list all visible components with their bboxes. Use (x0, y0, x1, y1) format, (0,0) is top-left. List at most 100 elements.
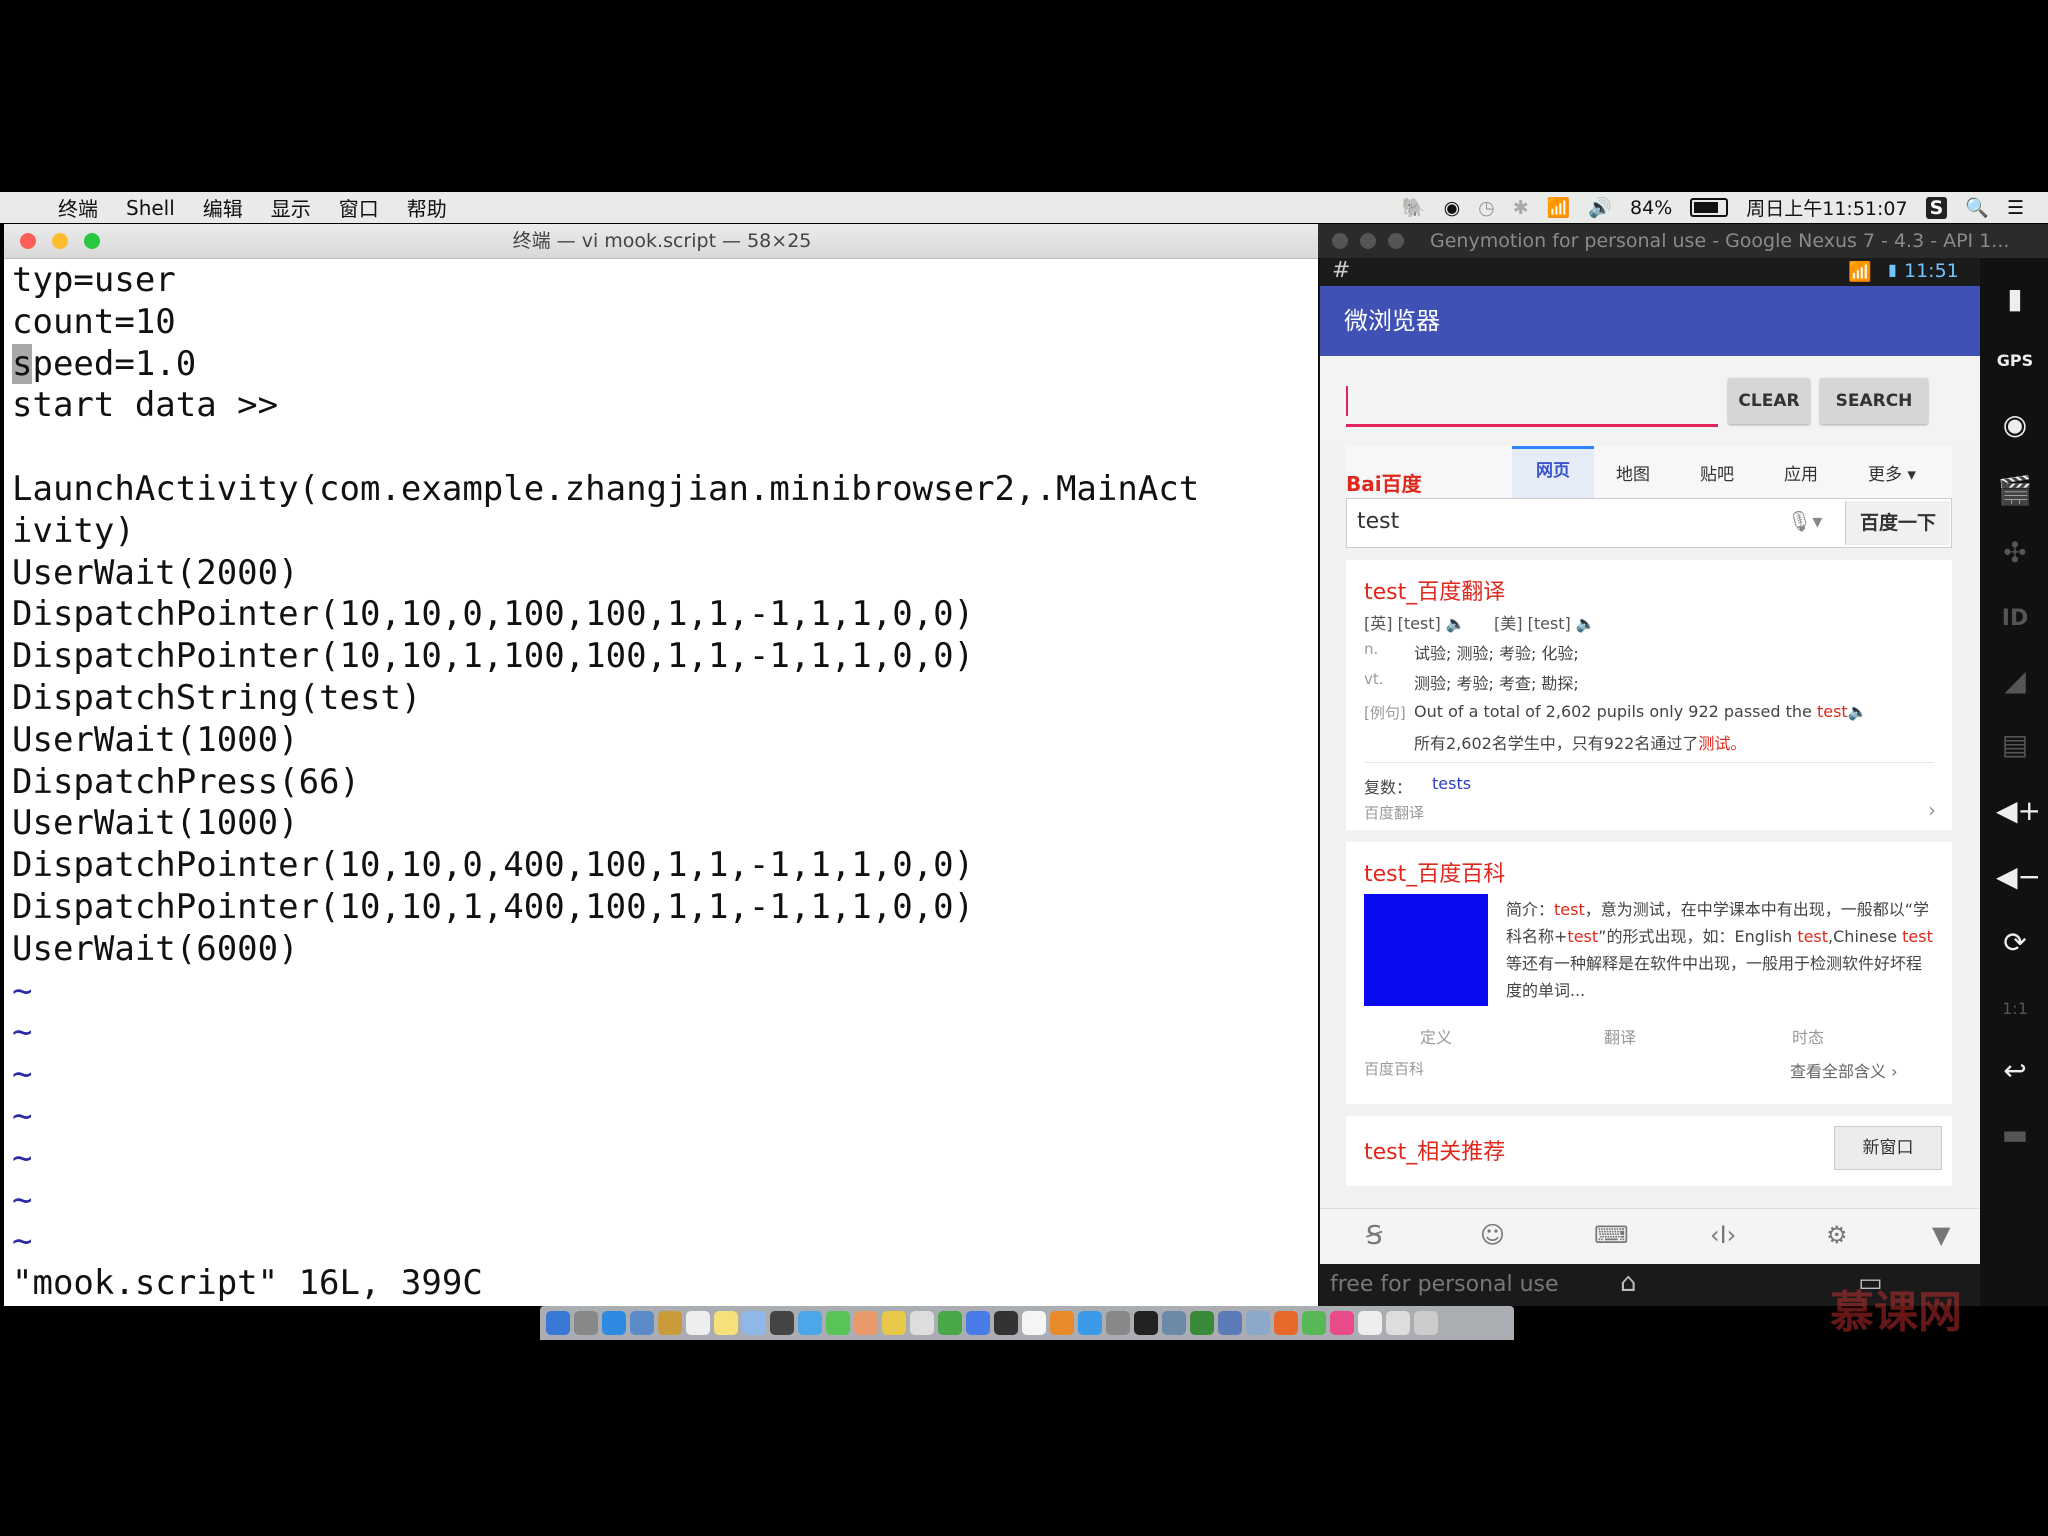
network-icon[interactable]: ◢ (1996, 662, 2034, 700)
sogou-icon[interactable]: Ꞩ (1366, 1221, 1383, 1251)
documents-icon[interactable] (1358, 1311, 1382, 1335)
app-icon[interactable] (1274, 1311, 1298, 1335)
baidu-search-box[interactable]: test 🎙▾ 百度一下 (1346, 498, 1952, 548)
battery-percent[interactable]: 84% (1630, 197, 1672, 219)
collapse-icon[interactable]: ▼ (1932, 1221, 1950, 1249)
terminal-icon[interactable] (1134, 1311, 1158, 1335)
settings-icon[interactable]: ⚙ (1826, 1221, 1848, 1249)
input-method-icon[interactable]: S (1925, 196, 1948, 219)
wifi-icon[interactable]: 📶 (1547, 196, 1571, 219)
cursor-move-icon[interactable]: ‹I› (1710, 1221, 1736, 1249)
quicktime-icon[interactable] (770, 1311, 794, 1335)
bluetooth-icon[interactable]: ✱ (1513, 197, 1529, 219)
app-icon[interactable] (742, 1311, 766, 1335)
dpad-icon[interactable]: ✣ (1996, 534, 2034, 572)
webcam-icon[interactable]: ◉ (1996, 406, 2034, 444)
pixel-perfect-icon[interactable]: 1:1 (1996, 990, 2034, 1028)
tab-more[interactable]: 更多 ▾ (1868, 460, 1916, 485)
app-icon[interactable] (1218, 1311, 1242, 1335)
vi-editor[interactable]: typ=user count=10 speed=1.0 start data >… (12, 260, 1312, 1303)
result-title[interactable]: test_百度百科 (1364, 856, 1505, 888)
url-input[interactable] (1346, 378, 1718, 427)
finder-icon[interactable] (546, 1311, 570, 1335)
keynote-icon[interactable] (966, 1311, 990, 1335)
close-button[interactable] (1332, 233, 1348, 249)
menu-edit[interactable]: 编辑 (203, 193, 243, 222)
tab-tieba[interactable]: 贴吧 (1700, 460, 1734, 485)
keyboard-icon[interactable]: ⌨ (1594, 1221, 1629, 1249)
menu-shell[interactable]: Shell (126, 196, 175, 220)
battery-widget-icon[interactable]: ▮ (1996, 280, 2034, 318)
minimize-button[interactable] (52, 233, 68, 249)
app-icon[interactable] (910, 1311, 934, 1335)
source-translate[interactable]: 百度翻译 (1364, 802, 1424, 823)
new-window-button[interactable]: 新窗口 (1834, 1126, 1942, 1170)
battery-icon[interactable] (1690, 198, 1729, 217)
timemachine-icon[interactable]: ◷ (1478, 197, 1495, 219)
home-icon[interactable]: ⌂ (1620, 1268, 1637, 1298)
app-icon[interactable] (1246, 1311, 1270, 1335)
baidu-query[interactable]: test (1357, 509, 1399, 534)
spotlight-icon[interactable]: 🔍 (1965, 196, 1989, 219)
tab-apps[interactable]: 应用 (1784, 460, 1818, 485)
rotate-icon[interactable]: ⟳ (1996, 924, 2034, 962)
emoji-icon[interactable]: ☺ (1480, 1221, 1505, 1249)
clear-button[interactable]: CLEAR (1728, 378, 1810, 424)
menu-terminal[interactable]: 终端 (58, 193, 98, 222)
result-thumbnail[interactable] (1364, 894, 1488, 1006)
calendar-icon[interactable] (686, 1311, 710, 1335)
baidu-search-button[interactable]: 百度一下 (1845, 501, 1950, 545)
minimize-button[interactable] (1360, 233, 1376, 249)
id-icon[interactable]: ID (1996, 600, 2034, 638)
app-icon[interactable] (1162, 1311, 1186, 1335)
ibooks-icon[interactable] (1050, 1311, 1074, 1335)
plural-link[interactable]: tests (1432, 774, 1471, 793)
tab-web[interactable]: 网页 (1512, 446, 1594, 499)
launchpad-icon[interactable] (574, 1311, 598, 1335)
baidu-logo[interactable]: Bai百度 (1346, 468, 1422, 497)
volume-icon[interactable]: 🔊 (1588, 196, 1612, 219)
see-all-link[interactable]: 查看全部含义 › (1790, 1058, 1898, 1082)
numbers-icon[interactable] (938, 1311, 962, 1335)
voice-icon[interactable]: 🎙▾ (1787, 509, 1822, 533)
gps-icon[interactable]: GPS (1996, 342, 2034, 380)
capture-icon[interactable]: 🎬 (1996, 472, 2034, 510)
menu-view[interactable]: 显示 (271, 193, 311, 222)
speaker-icon[interactable]: 🔈 (1848, 702, 1868, 721)
chevron-right-icon[interactable]: › (1928, 798, 1936, 822)
menu-help[interactable]: 帮助 (407, 193, 447, 222)
sms-icon[interactable]: ▤ (1996, 726, 2034, 764)
facetime-icon[interactable] (826, 1311, 850, 1335)
volume-up-icon[interactable]: ◀+ (1996, 792, 2041, 830)
baike-tab-definition[interactable]: 定义 (1420, 1024, 1452, 1048)
clock[interactable]: 周日上午11:51:07 (1746, 194, 1907, 221)
close-button[interactable] (20, 233, 36, 249)
record-icon[interactable]: ◉ (1444, 197, 1461, 219)
tab-map[interactable]: 地图 (1616, 460, 1650, 485)
menu-icon[interactable]: ▬ (1996, 1116, 2034, 1154)
speaker-icon[interactable]: 🔈 (1446, 614, 1466, 633)
source-baike[interactable]: 百度百科 (1364, 1058, 1424, 1079)
zoom-button[interactable] (84, 233, 100, 249)
baike-tab-tense[interactable]: 时态 (1792, 1024, 1824, 1048)
app-icon[interactable] (1302, 1311, 1326, 1335)
safari-icon[interactable] (602, 1311, 626, 1335)
volume-down-icon[interactable]: ◀− (1996, 858, 2041, 896)
back-icon[interactable]: ↩ (1996, 1052, 2034, 1090)
evernote-icon[interactable]: 🐘 (1402, 196, 1426, 219)
genymotion-icon[interactable] (1330, 1311, 1354, 1335)
app-icon[interactable] (994, 1311, 1018, 1335)
app-icon[interactable] (1190, 1311, 1214, 1335)
menu-window[interactable]: 窗口 (339, 193, 379, 222)
appstore-icon[interactable] (1078, 1311, 1102, 1335)
photobooth-icon[interactable] (854, 1311, 878, 1335)
result-title[interactable]: test_相关推荐 (1364, 1134, 1505, 1166)
phonetic-en[interactable]: [英] [test] 🔈 (1364, 610, 1466, 634)
notes-icon[interactable] (714, 1311, 738, 1335)
notification-center-icon[interactable]: ☰ (2007, 197, 2024, 219)
itunes-icon[interactable] (1022, 1311, 1046, 1335)
app-icon[interactable] (630, 1311, 654, 1335)
photos-icon[interactable] (882, 1311, 906, 1335)
system-preferences-icon[interactable] (1106, 1311, 1130, 1335)
search-button[interactable]: SEARCH (1820, 378, 1928, 424)
